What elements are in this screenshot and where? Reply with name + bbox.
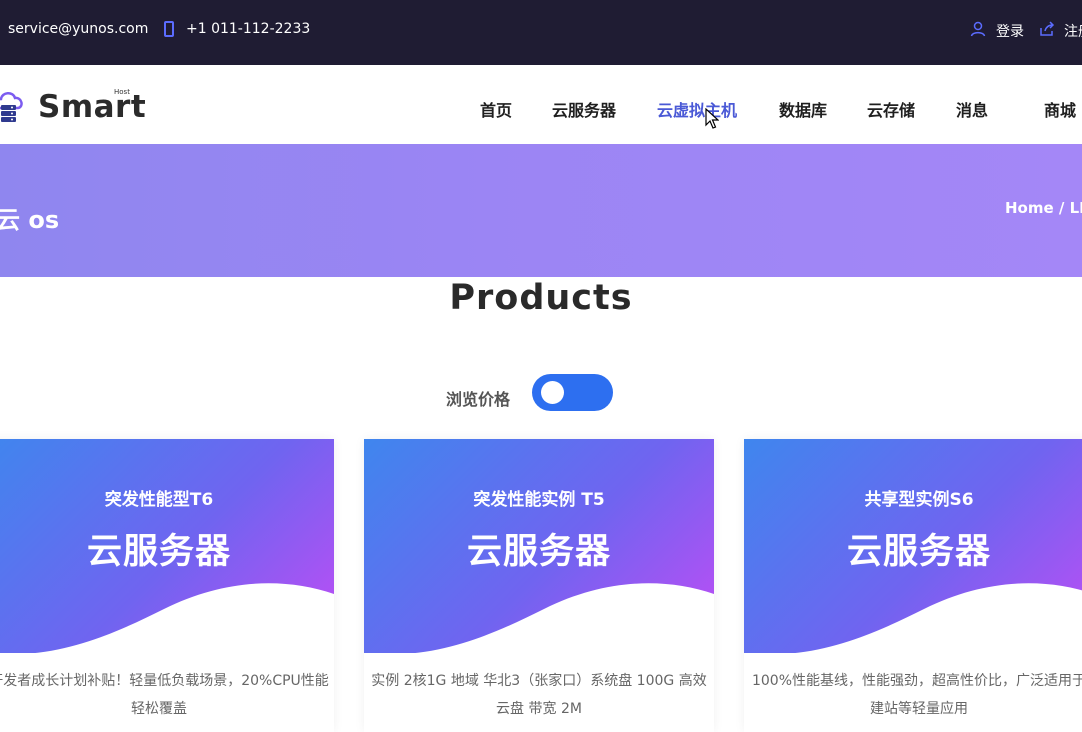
nav-item-cloud-storage[interactable]: 云存储 bbox=[867, 97, 915, 121]
card-description: 100%性能基线，性能强劲，超高性价比，广泛适用于建站等轻量应用 bbox=[751, 673, 1082, 717]
register-link[interactable]: 注册 bbox=[1064, 21, 1082, 41]
nav-item-virtual-host[interactable]: 云虚拟主机 bbox=[657, 97, 737, 121]
product-card[interactable]: 突发性能型T6 云服务器 开发者成长计划补贴！轻量低负载场景，20%CPU性能轻… bbox=[0, 439, 334, 732]
card-subtitle: 突发性能实例 T5 bbox=[473, 490, 605, 510]
page-banner: 云 os Home / LIST bbox=[0, 144, 1082, 277]
contact-phone[interactable]: +1 011-112-2233 bbox=[186, 21, 310, 37]
card-description: 开发者成长计划补贴！轻量低负载场景，20%CPU性能轻松覆盖 bbox=[0, 673, 329, 717]
contact-email[interactable]: service@yunos.com bbox=[8, 21, 148, 37]
breadcrumb[interactable]: Home / LIST bbox=[1005, 199, 1082, 217]
nav-item-store[interactable]: 商城 bbox=[1044, 97, 1076, 121]
main-navbar: Smart Host 首页 云服务器 云虚拟主机 数据库 云存储 消息 商城 bbox=[0, 65, 1082, 144]
mouse-cursor-icon bbox=[705, 108, 719, 129]
product-card[interactable]: 突发性能实例 T5 云服务器 实例 2核1G 地域 华北3（张家口）系统盘 10… bbox=[364, 439, 714, 732]
card-wave-decoration bbox=[0, 583, 334, 659]
cloud-server-logo-icon bbox=[0, 92, 23, 122]
login-link[interactable]: 登录 bbox=[996, 21, 1024, 41]
products-heading: Products bbox=[449, 278, 633, 318]
page-title: 云 os bbox=[0, 206, 60, 234]
card-description: 实例 2核1G 地域 华北3（张家口）系统盘 100G 高效云盘 带宽 2M bbox=[371, 673, 707, 717]
card-wave-decoration bbox=[364, 583, 714, 659]
logo-host-text: Host bbox=[114, 88, 130, 96]
nav-item-database[interactable]: 数据库 bbox=[779, 97, 827, 121]
card-wave-decoration bbox=[744, 583, 1082, 659]
nav-item-cloud-server[interactable]: 云服务器 bbox=[552, 97, 616, 121]
price-toggle[interactable] bbox=[532, 374, 613, 411]
card-title: 云服务器 bbox=[846, 532, 991, 572]
share-icon bbox=[1040, 21, 1055, 36]
nav-item-home[interactable]: 首页 bbox=[480, 97, 512, 121]
card-title: 云服务器 bbox=[466, 532, 611, 572]
price-toggle-label: 浏览价格 bbox=[446, 390, 511, 409]
card-subtitle: 共享型实例S6 bbox=[864, 490, 974, 510]
card-title: 云服务器 bbox=[86, 532, 231, 572]
toggle-knob bbox=[541, 381, 564, 404]
phone-icon bbox=[164, 21, 174, 37]
nav-item-messages[interactable]: 消息 bbox=[956, 97, 988, 121]
card-subtitle: 突发性能型T6 bbox=[104, 490, 214, 510]
top-bar: service@yunos.com +1 011-112-2233 登录 注册 bbox=[0, 0, 1082, 65]
product-card[interactable]: 共享型实例S6 云服务器 100%性能基线，性能强劲，超高性价比，广泛适用于建站… bbox=[744, 439, 1082, 732]
user-icon bbox=[970, 21, 986, 37]
